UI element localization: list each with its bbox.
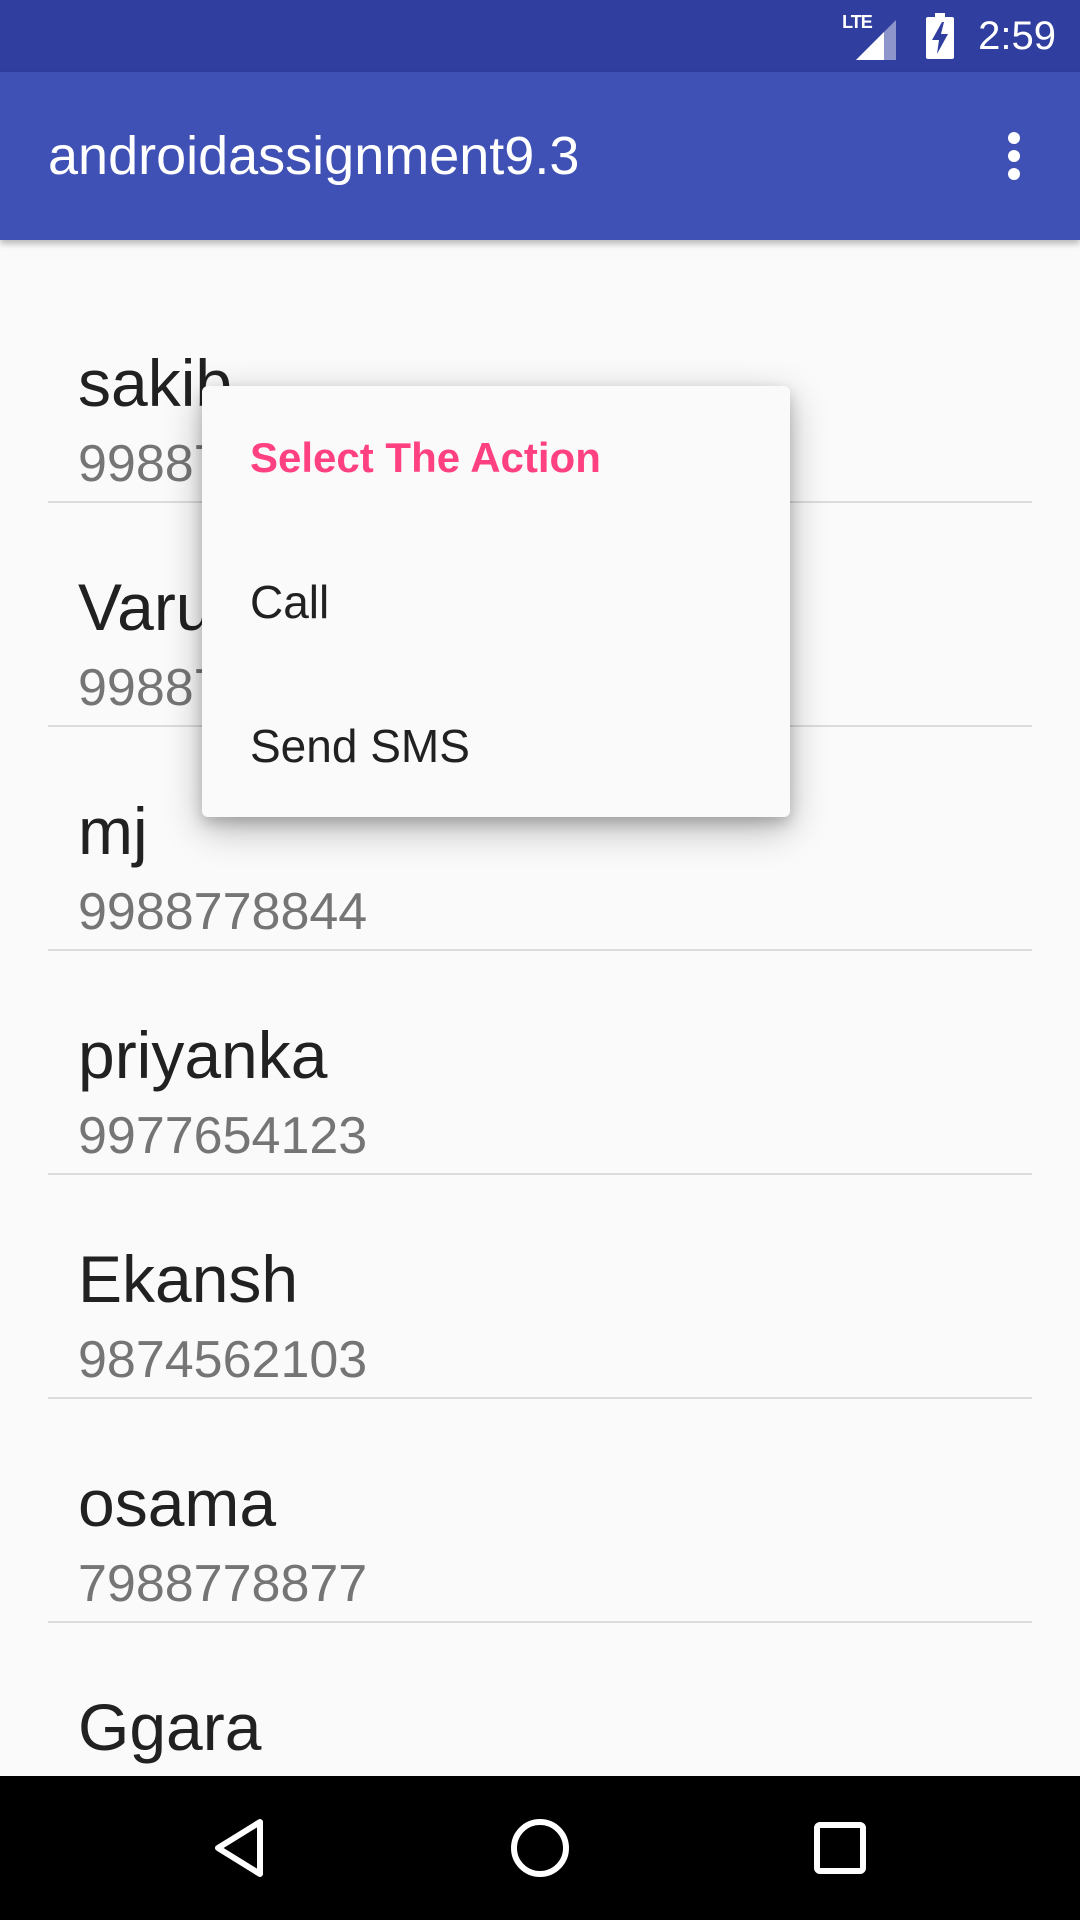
contact-name: priyanka bbox=[78, 1018, 328, 1092]
battery-charging-icon bbox=[926, 13, 955, 59]
menu-item-call[interactable]: Call bbox=[202, 530, 790, 674]
menu-item-label: Call bbox=[250, 576, 330, 628]
contact-number: 9874562103 bbox=[78, 1331, 368, 1389]
list-item[interactable]: Ekansh 9874562103 bbox=[48, 1174, 1032, 1399]
contact-name: Ekansh bbox=[78, 1242, 299, 1316]
menu-item-send-sms[interactable]: Send SMS bbox=[202, 674, 790, 817]
list-item[interactable]: osama 7988778877 bbox=[48, 1398, 1032, 1623]
recents-icon[interactable] bbox=[792, 1800, 888, 1896]
list-item[interactable]: Ggara bbox=[48, 1622, 1032, 1776]
status-bar: LTE 2:59 bbox=[0, 0, 1080, 72]
navigation-bar bbox=[0, 1776, 1080, 1920]
status-icons: LTE 2:59 bbox=[842, 0, 1056, 72]
lte-signal-icon: LTE bbox=[842, 12, 898, 60]
contact-name: mj bbox=[78, 794, 148, 868]
home-icon[interactable] bbox=[492, 1800, 588, 1896]
app-title: androidassignment9.3 bbox=[48, 126, 580, 186]
list-item[interactable]: priyanka 9977654123 bbox=[48, 950, 1032, 1175]
contact-name: osama bbox=[78, 1466, 277, 1540]
more-vert-icon[interactable] bbox=[972, 114, 1056, 198]
contact-name: Ggara bbox=[78, 1690, 262, 1764]
app-bar: androidassignment9.3 bbox=[0, 72, 1080, 240]
screen: LTE 2:59 androidassignment9.3 sakib Varu… bbox=[0, 0, 1080, 1920]
menu-item-label: Send SMS bbox=[250, 719, 470, 772]
context-menu-title: Select The Action bbox=[250, 434, 601, 481]
contact-number: 9977654123 bbox=[78, 1107, 368, 1165]
status-time: 2:59 bbox=[978, 13, 1056, 58]
contact-number: 9988778844 bbox=[78, 883, 368, 941]
context-menu: Select The Action Call Send SMS bbox=[202, 386, 790, 817]
contact-number: 7988778877 bbox=[78, 1555, 368, 1613]
back-icon[interactable] bbox=[192, 1800, 288, 1896]
